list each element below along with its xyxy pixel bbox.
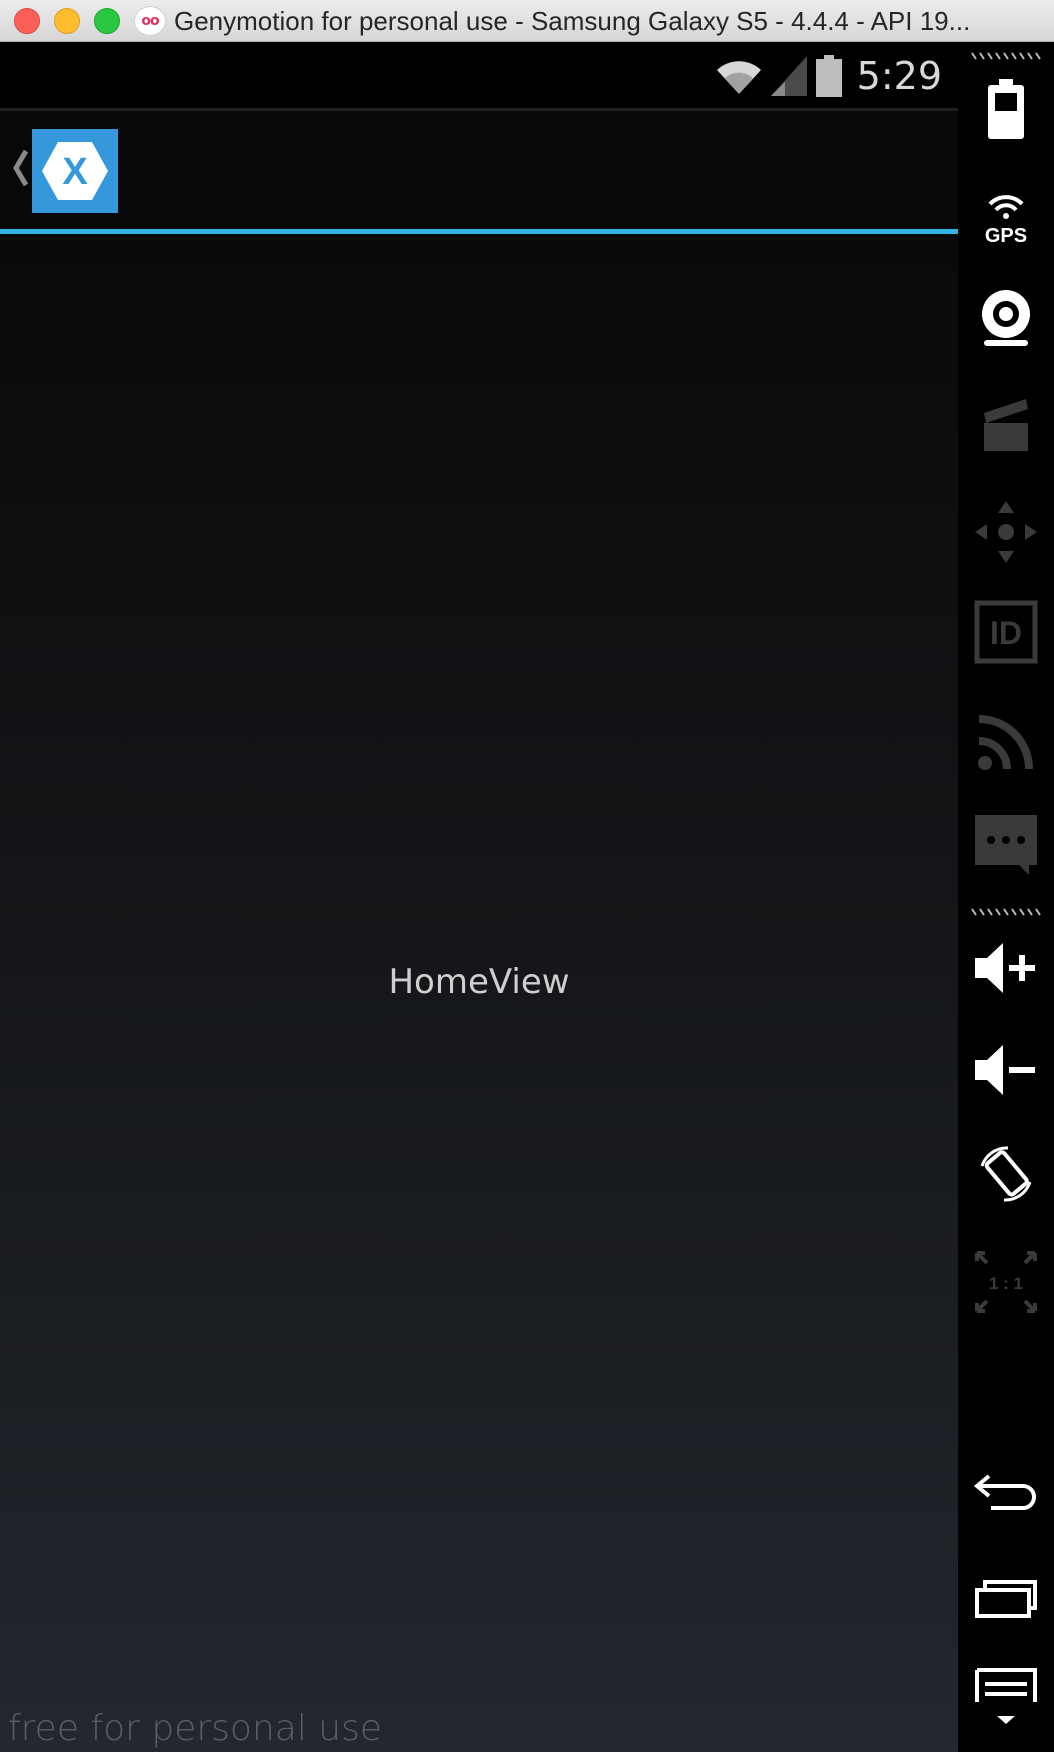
signal-icon (770, 56, 807, 96)
battery-widget-button[interactable] (970, 74, 1042, 146)
capture-widget-button[interactable] (970, 388, 1042, 460)
webcam-widget-icon (982, 290, 1030, 346)
android-status-bar: 5:29 (0, 42, 958, 108)
recent-apps-icon (975, 1580, 1037, 1618)
up-navigation-caret-icon[interactable] (10, 147, 32, 189)
volume-up-button[interactable] (970, 932, 1042, 1004)
sms-widget-button[interactable] (970, 808, 1042, 880)
home-view-label: HomeView (388, 962, 570, 1002)
logo-letter: X (62, 151, 88, 193)
menu-button[interactable] (970, 1660, 1042, 1732)
close-window-button[interactable] (14, 8, 40, 34)
device-id-label: ID (990, 615, 1022, 651)
volume-down-button[interactable] (970, 1034, 1042, 1106)
rotate-button[interactable] (970, 1138, 1042, 1210)
volume-down-icon (975, 1045, 1035, 1095)
battery-widget-icon (988, 79, 1024, 139)
device-id-widget-button[interactable]: ID (970, 596, 1042, 668)
menu-icon (975, 1668, 1037, 1724)
pixel-perfect-button[interactable]: 1 : 1 (970, 1246, 1042, 1318)
toolbar-grip-top (971, 52, 1041, 60)
toolbar-grip-middle (971, 908, 1041, 916)
gps-label: GPS (985, 225, 1027, 244)
back-button[interactable] (970, 1456, 1042, 1528)
genymotion-toolbar: GPS ID 1: 1 (958, 42, 1054, 1752)
battery-icon (815, 55, 842, 97)
webcam-widget-button[interactable] (970, 282, 1042, 354)
network-widget-button[interactable] (970, 706, 1042, 778)
remote-control-widget-icon (975, 501, 1037, 563)
status-clock: 5:29 (856, 54, 942, 98)
back-icon (973, 1474, 1036, 1510)
gps-widget-button[interactable]: GPS (970, 180, 1042, 252)
personal-use-watermark: free for personal use (8, 1708, 382, 1749)
wifi-icon (716, 61, 761, 94)
network-widget-icon (978, 715, 1033, 770)
gps-widget-icon: GPS (985, 195, 1027, 244)
capture-widget-icon (984, 399, 1028, 451)
volume-up-icon (975, 943, 1035, 993)
rotate-icon (980, 1146, 1032, 1202)
recent-apps-button[interactable] (970, 1562, 1042, 1634)
main-content: HomeView free for personal use (0, 234, 958, 1752)
xamarin-logo-icon[interactable]: X (32, 129, 118, 213)
window-titlebar: oo Genymotion for personal use - Samsung… (0, 0, 1054, 42)
remote-control-widget-button[interactable] (970, 496, 1042, 568)
pixel-ratio-label: 1 : 1 (989, 1274, 1023, 1293)
maximize-window-button[interactable] (94, 8, 120, 34)
status-icons: 5:29 (715, 48, 942, 104)
device-screen: 5:29 X HomeView free for personal use (0, 42, 958, 1752)
sms-widget-icon (975, 815, 1037, 875)
genymotion-app-icon: oo (134, 6, 166, 36)
pixel-perfect-icon: 1 : 1 (975, 1251, 1037, 1313)
action-bar: X (0, 111, 958, 229)
hexagon-logo-icon: X (42, 142, 108, 200)
minimize-window-button[interactable] (54, 8, 80, 34)
window-title: Genymotion for personal use - Samsung Ga… (174, 6, 971, 36)
device-id-widget-icon: ID (974, 600, 1038, 664)
